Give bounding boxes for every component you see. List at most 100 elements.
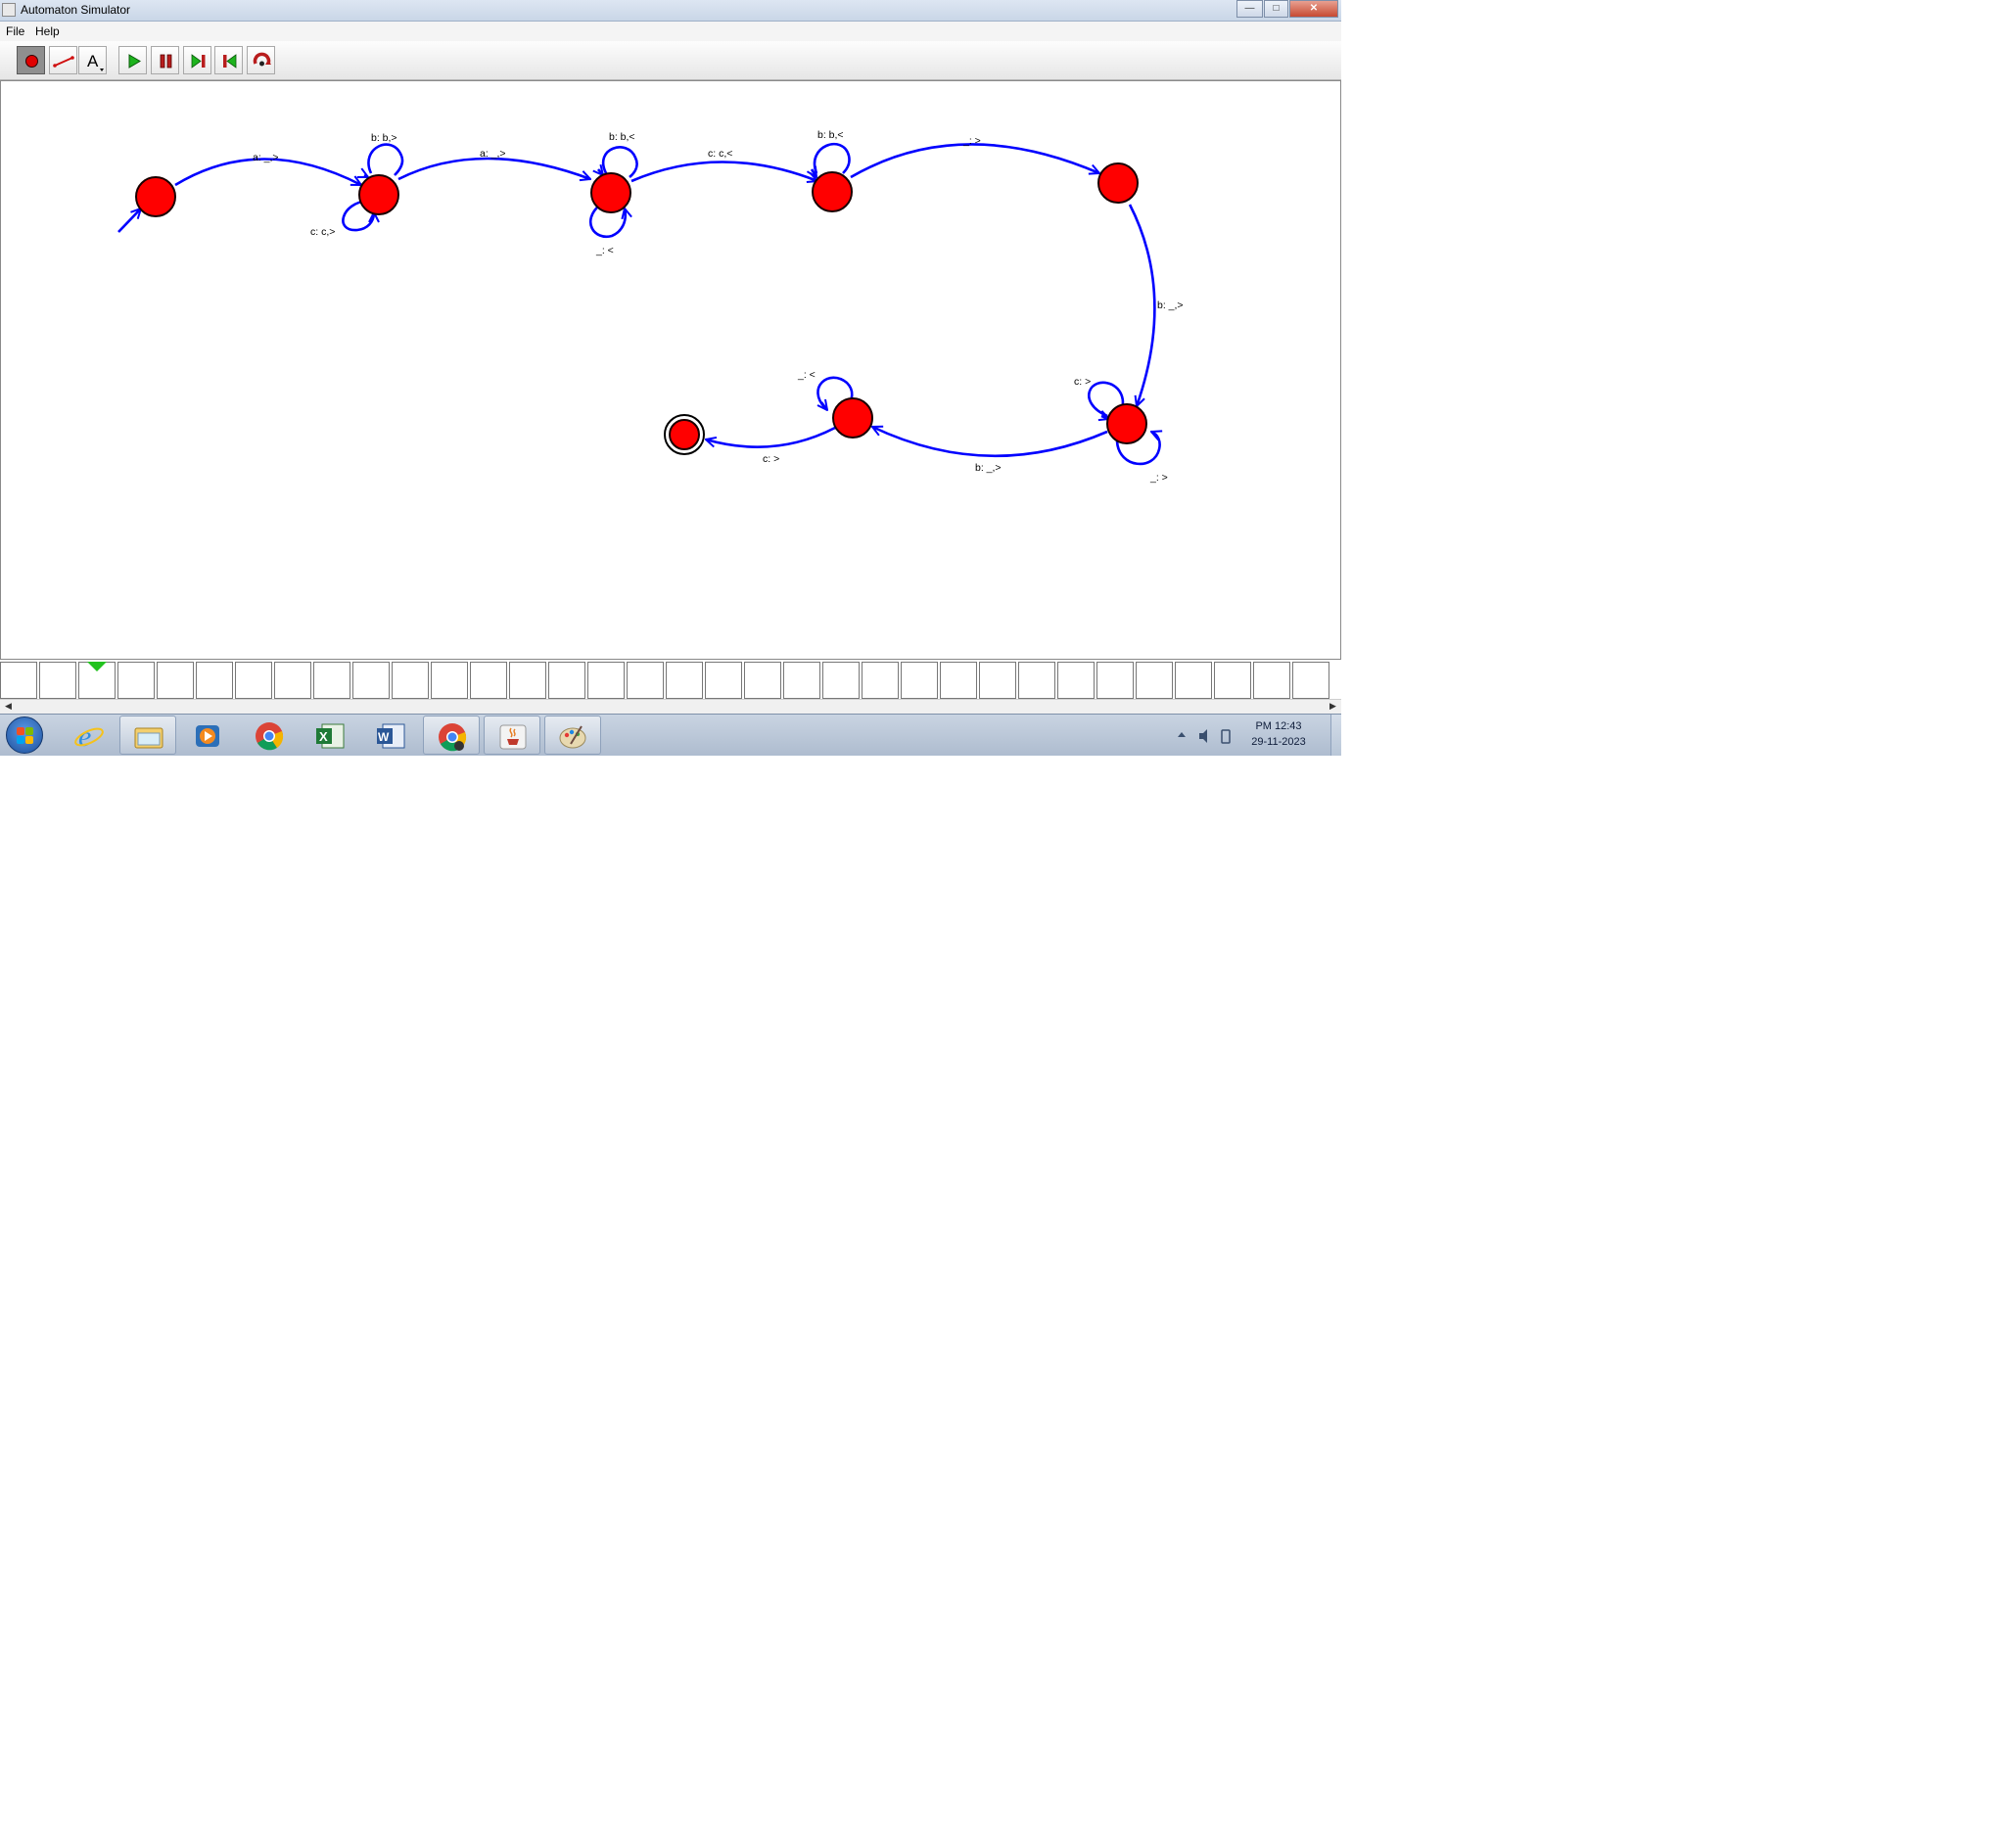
tape-cell[interactable] [509, 662, 546, 699]
tape-cell[interactable] [470, 662, 507, 699]
excel-icon: X [316, 723, 345, 749]
pause-button[interactable] [151, 46, 179, 74]
label-q1-loop-bottom: c: c,> [310, 226, 335, 238]
state-tool-button[interactable] [17, 46, 45, 74]
taskbar-java[interactable] [484, 716, 540, 755]
tape-cell[interactable] [1214, 662, 1251, 699]
text-tool-button[interactable]: A [78, 46, 107, 74]
label-q6-q7: c: > [763, 453, 779, 465]
tape-cell[interactable] [744, 662, 781, 699]
automaton-canvas[interactable]: a: _,> b: b,> c: c,> a: _,> b: b,< _: < … [0, 80, 1341, 660]
tape-cell[interactable] [117, 662, 155, 699]
tape-cell[interactable] [783, 662, 820, 699]
state-q4[interactable] [1097, 162, 1139, 204]
taskbar-chrome[interactable] [241, 716, 298, 755]
pause-icon [160, 54, 172, 69]
label-q5-q6: b: _,> [975, 462, 1002, 474]
tape-cell[interactable] [196, 662, 233, 699]
reset-icon [253, 52, 271, 67]
step-back-button[interactable] [214, 46, 243, 74]
title-bar: Automaton Simulator — □ ✕ [0, 0, 1341, 22]
tape-cell[interactable] [313, 662, 350, 699]
red-dot-icon [25, 55, 38, 68]
ie-icon: e [74, 721, 104, 751]
tape-cell[interactable] [39, 662, 76, 699]
tape-cell[interactable] [1292, 662, 1329, 699]
tape-cell[interactable] [157, 662, 194, 699]
tape-cell[interactable] [705, 662, 742, 699]
menu-help[interactable]: Help [35, 24, 60, 38]
start-button[interactable] [6, 716, 43, 754]
menu-file[interactable]: File [6, 24, 24, 38]
volume-icon[interactable] [1199, 729, 1207, 743]
tape-cell[interactable] [1096, 662, 1134, 699]
automaton-simulator-window: Automaton Simulator — □ ✕ File Help A a:… [0, 0, 1341, 756]
tape-cell[interactable] [587, 662, 625, 699]
label-q1-loop-top: b: b,> [371, 132, 397, 144]
play-icon [128, 54, 141, 69]
taskbar-file-explorer[interactable] [119, 716, 176, 755]
folder-icon [134, 727, 163, 749]
step-forward-button[interactable] [183, 46, 211, 74]
taskbar-chrome-user[interactable] [423, 716, 480, 755]
tape-cell[interactable] [1057, 662, 1095, 699]
battery-icon[interactable] [1221, 729, 1231, 744]
state-q2[interactable] [590, 172, 631, 213]
automaton-diagram: a: _,> b: b,> c: c,> a: _,> b: b,< _: < … [117, 129, 1184, 484]
label-q2-loop-top: b: b,< [609, 131, 635, 143]
state-q6[interactable] [832, 397, 873, 439]
label-q3-q4: _: > [962, 135, 981, 147]
scroll-left-icon[interactable]: ◀ [2, 700, 15, 713]
tape-cell[interactable] [431, 662, 468, 699]
transition-tool-button[interactable] [49, 46, 77, 74]
tape-cell[interactable] [0, 662, 37, 699]
step-back-icon [223, 54, 237, 69]
tape-cell[interactable] [940, 662, 977, 699]
step-forward-icon [191, 54, 206, 69]
play-button[interactable] [118, 46, 147, 74]
taskbar-paint[interactable] [544, 716, 601, 755]
tape-cell[interactable] [901, 662, 938, 699]
tape-cell[interactable] [627, 662, 664, 699]
taskbar-media-player[interactable] [180, 716, 237, 755]
tape-cell[interactable] [352, 662, 390, 699]
tape-cell[interactable] [1175, 662, 1212, 699]
label-q6-loop-top: _: < [797, 369, 816, 381]
tape-cell[interactable] [548, 662, 585, 699]
show-desktop-button[interactable] [1330, 715, 1341, 756]
tape-cell[interactable] [666, 662, 703, 699]
state-q1[interactable] [358, 174, 399, 215]
tape-cell[interactable] [862, 662, 899, 699]
taskbar-word[interactable]: W [362, 716, 419, 755]
state-q5[interactable] [1106, 403, 1147, 444]
tape-cell[interactable] [235, 662, 272, 699]
java-app-icon [2, 3, 16, 17]
tape-cell[interactable] [392, 662, 429, 699]
close-button[interactable]: ✕ [1289, 0, 1338, 18]
state-q7-accepting[interactable] [664, 414, 705, 455]
menu-bar: File Help [0, 22, 1341, 41]
tape-cell[interactable] [822, 662, 860, 699]
taskbar: e X W PM 12:43 29-11-2023 [0, 714, 1341, 756]
tape-cell[interactable] [1018, 662, 1055, 699]
reset-button[interactable] [247, 46, 275, 74]
tape-cell[interactable] [274, 662, 311, 699]
loop-q3-top [813, 143, 851, 174]
horizontal-scrollbar[interactable]: ◀ ▶ [0, 699, 1341, 714]
scroll-right-icon[interactable]: ▶ [1327, 700, 1339, 713]
tape-cell[interactable] [979, 662, 1016, 699]
show-hidden-icons-icon[interactable] [1178, 732, 1186, 737]
clock[interactable]: PM 12:43 29-11-2023 [1239, 718, 1318, 750]
svg-text:W: W [378, 730, 390, 744]
taskbar-internet-explorer[interactable]: e [61, 716, 117, 755]
state-q0[interactable] [135, 176, 176, 217]
label-q5-loop-top: c: > [1074, 376, 1091, 388]
label-q4-q5: b: _,> [1157, 300, 1184, 311]
maximize-button[interactable]: □ [1264, 0, 1288, 18]
taskbar-excel[interactable]: X [302, 716, 358, 755]
word-icon: W [377, 723, 405, 749]
tape-cell[interactable] [1136, 662, 1173, 699]
tape-cell[interactable] [1253, 662, 1290, 699]
state-q3[interactable] [812, 171, 853, 212]
minimize-button[interactable]: — [1236, 0, 1263, 18]
